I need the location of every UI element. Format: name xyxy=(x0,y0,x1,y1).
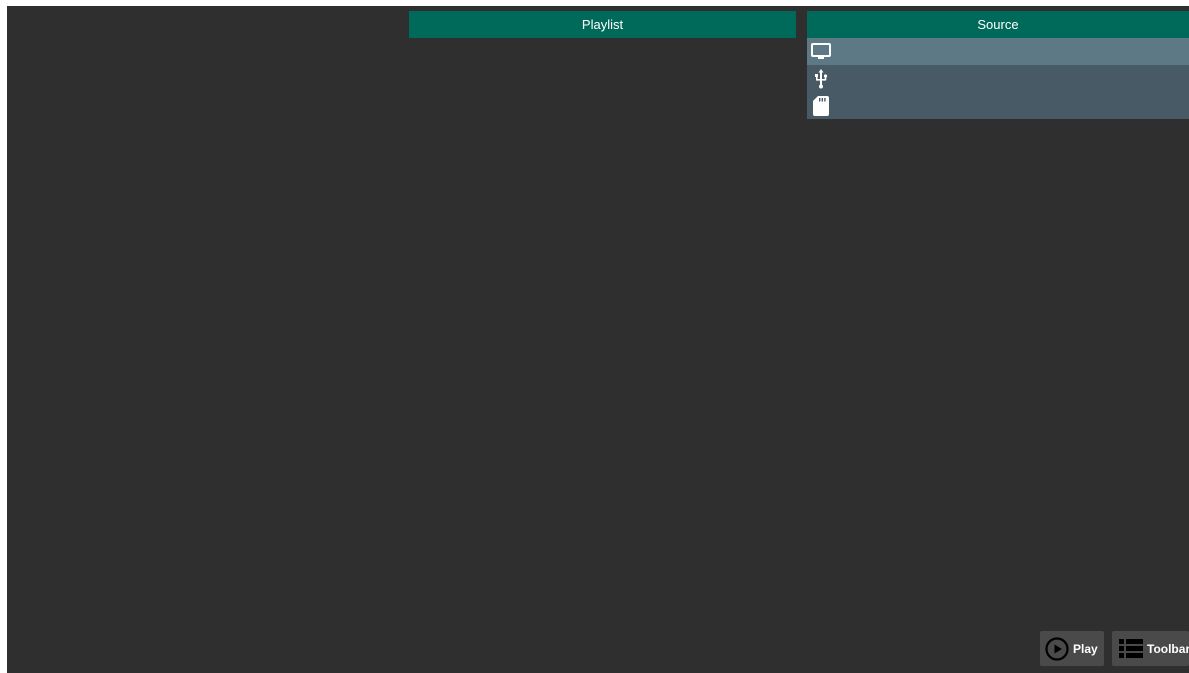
play-button[interactable]: Play xyxy=(1040,631,1104,666)
source-title: Source xyxy=(977,17,1019,32)
tv-icon xyxy=(810,41,832,63)
source-item-sd-card[interactable] xyxy=(807,92,1189,119)
toolbar-button[interactable]: Toolbar xyxy=(1112,631,1189,666)
playlist-title: Playlist xyxy=(581,17,624,32)
media-player-screen: Playlist Source Play Toolbar xyxy=(7,6,1189,673)
usb-icon xyxy=(810,68,832,90)
playlist-header: Playlist xyxy=(409,11,796,38)
toolbar-label: Toolbar xyxy=(1147,641,1189,656)
sd-card-icon xyxy=(810,95,832,117)
source-list xyxy=(807,38,1189,119)
play-circle-icon xyxy=(1045,636,1069,661)
play-label: Play xyxy=(1073,641,1098,656)
source-header: Source xyxy=(807,11,1189,38)
list-icon xyxy=(1119,638,1143,659)
source-item-tv[interactable] xyxy=(807,38,1189,65)
source-item-usb[interactable] xyxy=(807,65,1189,92)
